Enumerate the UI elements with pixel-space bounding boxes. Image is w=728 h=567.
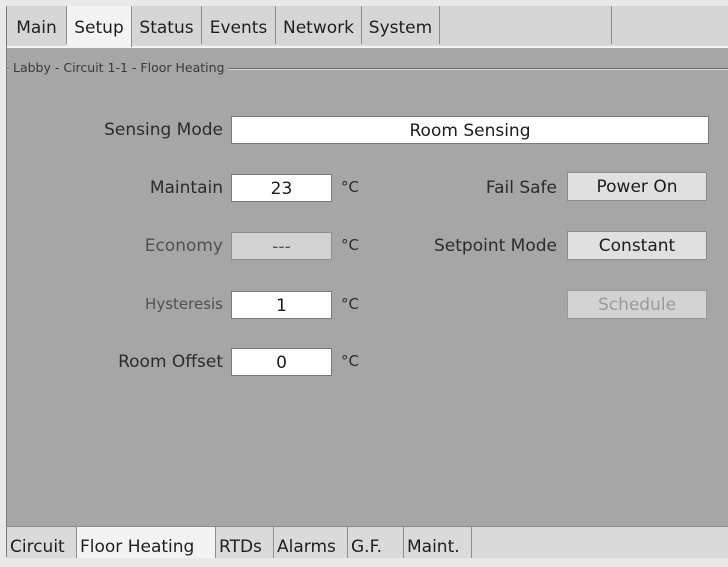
hysteresis-label: Hysteresis	[145, 295, 223, 313]
room-offset-unit: °C	[341, 352, 359, 370]
room-offset-field[interactable]: 0	[231, 348, 332, 376]
economy-unit: °C	[341, 236, 359, 254]
tab-main[interactable]: Main	[7, 6, 67, 44]
sensing-mode-label: Sensing Mode	[104, 120, 223, 140]
tab-maint[interactable]: Maint.	[404, 527, 472, 558]
fail-safe-label: Fail Safe	[485, 178, 557, 198]
setpoint-mode-button[interactable]: Constant	[567, 231, 707, 260]
maintain-label: Maintain	[149, 178, 223, 198]
controller-screen: Main Setup Status Events Network System …	[6, 6, 728, 558]
tab-network[interactable]: Network	[276, 6, 362, 44]
group-title: Labby - Circuit 1-1 - Floor Heating	[9, 60, 229, 75]
tab-rtds[interactable]: RTDs	[216, 527, 274, 558]
economy-label: Economy	[144, 236, 223, 256]
tab-blank-1	[440, 6, 612, 44]
top-tab-bar: Main Setup Status Events Network System	[7, 6, 728, 48]
hysteresis-unit: °C	[341, 295, 359, 313]
fail-safe-button[interactable]: Power On	[567, 172, 707, 201]
tab-circuit[interactable]: Circuit	[7, 527, 77, 558]
tab-setup[interactable]: Setup	[67, 6, 132, 47]
tab-alarms[interactable]: Alarms	[274, 527, 348, 558]
bottom-tab-bar: Circuit Floor Heating RTDs Alarms G.F. M…	[7, 526, 728, 558]
hysteresis-field[interactable]: 1	[231, 291, 332, 319]
setpoint-mode-label: Setpoint Mode	[434, 236, 557, 256]
maintain-unit: °C	[341, 178, 359, 196]
room-offset-label: Room Offset	[118, 352, 223, 372]
tab-gf[interactable]: G.F.	[348, 527, 404, 558]
sensing-mode-field[interactable]: Room Sensing	[231, 116, 709, 144]
tab-system[interactable]: System	[362, 6, 440, 44]
tab-blank-2	[612, 6, 728, 44]
tab-status[interactable]: Status	[132, 6, 202, 44]
schedule-button[interactable]: Schedule	[567, 290, 707, 319]
tab-events[interactable]: Events	[202, 6, 276, 44]
maintain-field[interactable]: 23	[231, 174, 332, 202]
economy-field[interactable]: ---	[231, 232, 332, 260]
tab-floor-heating[interactable]: Floor Heating	[77, 527, 216, 558]
